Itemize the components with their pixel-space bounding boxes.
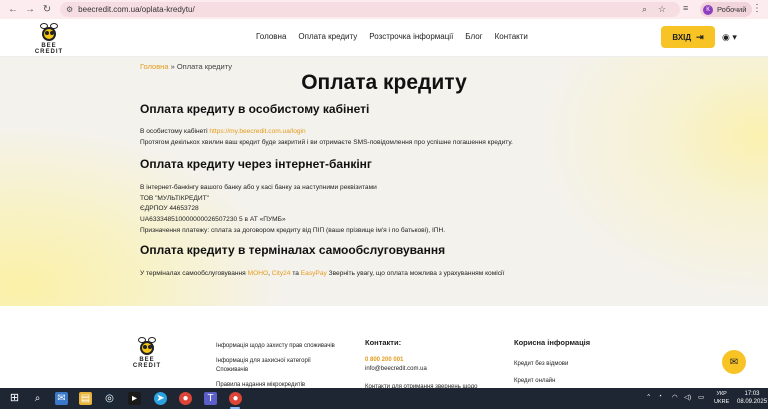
useful-title: Корисна інформація bbox=[514, 338, 591, 347]
footer-brand: BEE CREDIT bbox=[132, 357, 162, 369]
extensions-icon[interactable]: ≡ bbox=[683, 3, 688, 13]
wifi-icon[interactable]: ◠ bbox=[672, 393, 678, 401]
city24-link[interactable]: City24 bbox=[272, 270, 291, 277]
footer-link[interactable]: Інформація для захисної категорії bbox=[216, 357, 335, 366]
profile-label: Робочий bbox=[717, 5, 747, 14]
chat-icon: ✉ bbox=[729, 356, 739, 368]
chrome-icon[interactable]: ● bbox=[179, 392, 192, 405]
section-cabinet-text: В особистому кабінеті https://my.beecred… bbox=[140, 128, 513, 146]
footer-logo[interactable]: BEE CREDIT bbox=[124, 336, 170, 369]
footer-link[interactable]: Інформація щодо захисту прав споживачів bbox=[216, 342, 335, 351]
breadcrumb-home[interactable]: Головна bbox=[140, 62, 169, 71]
main-content: Головна » Оплата кредиту Оплата кредиту … bbox=[0, 57, 768, 306]
volume-icon[interactable]: ◁) bbox=[684, 393, 691, 401]
useful-link[interactable]: Кредит без відмови bbox=[514, 360, 568, 369]
telegram-icon[interactable]: ➤ bbox=[154, 392, 167, 405]
nav-blog[interactable]: Блог bbox=[465, 32, 482, 41]
footer-link[interactable]: Споживачів bbox=[216, 366, 335, 375]
easypay-link[interactable]: EasyPay bbox=[301, 270, 327, 277]
avatar: К bbox=[703, 4, 713, 15]
teams-icon[interactable]: T bbox=[204, 392, 217, 405]
terminal-icon[interactable]: ▸ bbox=[128, 392, 141, 405]
page-title: Оплата кредиту bbox=[301, 71, 467, 94]
tray-chevron-icon[interactable]: ⌃ bbox=[646, 393, 651, 401]
search-icon[interactable]: ⌕ bbox=[31, 392, 44, 405]
contacts-block: 0 800 200 001 info@beecredit.com.ua Конт… bbox=[365, 356, 477, 392]
footer-links-col1: Інформація щодо захисту прав споживачів … bbox=[216, 342, 335, 390]
chat-button[interactable]: ✉ bbox=[722, 350, 746, 374]
reload-icon[interactable]: ↻ bbox=[40, 3, 54, 17]
useful-links: Кредит без відмови Кредит онлайн bbox=[514, 360, 568, 386]
forward-icon[interactable]: → bbox=[23, 3, 37, 17]
nav-payment[interactable]: Оплата кредиту bbox=[298, 32, 357, 41]
browser-toolbar: ← → ↻ ⚙ beecredit.com.ua/oplata-kredytu/… bbox=[0, 0, 768, 19]
useful-link[interactable]: Кредит онлайн bbox=[514, 377, 568, 386]
section-terminals-title: Оплата кредиту в терміналах самообслугов… bbox=[140, 243, 446, 257]
section-terminals-text: У терміналах самообслуговування МОНО, Ci… bbox=[140, 270, 505, 277]
accessibility-eye-icon[interactable]: ◉ ▾ bbox=[722, 32, 737, 43]
chrome-profile-icon[interactable]: ● bbox=[229, 392, 242, 405]
section-banking-title: Оплата кредиту через інтернет-банкінг bbox=[140, 157, 372, 171]
mono-link[interactable]: МОНО bbox=[248, 270, 269, 277]
bee-logo-icon bbox=[38, 22, 60, 42]
url-text[interactable]: beecredit.com.ua/oplata-kredytu/ bbox=[78, 5, 195, 14]
phone-link[interactable]: 0 800 200 001 bbox=[365, 356, 477, 365]
breadcrumb: Головна » Оплата кредиту bbox=[140, 62, 233, 71]
profile-button[interactable]: К Робочий bbox=[700, 2, 753, 17]
login-button[interactable]: ВХІД ⇥ bbox=[661, 26, 715, 48]
site-footer: BEE CREDIT Інформація щодо захисту прав … bbox=[0, 306, 768, 390]
login-label: ВХІД bbox=[672, 32, 692, 42]
browser-menu-icon[interactable]: ⋮ bbox=[752, 3, 762, 14]
windows-start-icon[interactable]: ⊞ bbox=[8, 392, 21, 405]
email-link[interactable]: info@beecredit.com.ua bbox=[365, 365, 477, 374]
bee-logo-icon bbox=[136, 336, 158, 356]
network-icon[interactable]: ◔ bbox=[658, 393, 662, 400]
file-explorer-icon[interactable]: ▤ bbox=[79, 392, 92, 405]
zoom-icon[interactable]: ⌕ bbox=[642, 4, 647, 15]
battery-icon[interactable]: ▭ bbox=[698, 393, 704, 401]
mail-icon[interactable]: ✉ bbox=[55, 392, 68, 405]
breadcrumb-current: Оплата кредиту bbox=[176, 62, 233, 71]
bookmark-star-icon[interactable]: ☆ bbox=[658, 4, 666, 15]
steam-icon[interactable]: ◎ bbox=[103, 392, 116, 405]
main-nav: Головна Оплата кредиту Розстрочка інформ… bbox=[256, 32, 540, 41]
site-info-icon[interactable]: ⚙ bbox=[66, 5, 73, 14]
nav-contacts[interactable]: Контакти bbox=[495, 32, 528, 41]
back-icon[interactable]: ← bbox=[6, 3, 20, 17]
clock[interactable]: 17:03 08.09.2025 bbox=[737, 390, 767, 406]
site-logo[interactable]: BEE CREDIT bbox=[28, 22, 70, 55]
language-indicator[interactable]: УКР UKRE bbox=[714, 390, 729, 406]
section-cabinet-title: Оплата кредиту в особистому кабінеті bbox=[140, 102, 370, 116]
nav-installments[interactable]: Розстрочка інформації bbox=[369, 32, 453, 41]
contacts-title: Контакти: bbox=[365, 338, 402, 347]
taskbar: ⊞ ⌕ ✉ ▤ ◎ ▸ ➤ ● T ● ⌃ ◔ ◠ ◁) ▭ УКР UKRE 1… bbox=[0, 388, 768, 409]
section-banking-text: В інтернет-банкінгу вашого банку або у к… bbox=[140, 184, 446, 234]
cabinet-login-link[interactable]: https://my.beecredit.com.ua/login bbox=[209, 128, 305, 135]
brand-name: BEE CREDIT bbox=[34, 43, 64, 55]
nav-home[interactable]: Головна bbox=[256, 32, 286, 41]
login-door-icon: ⇥ bbox=[696, 31, 704, 42]
address-bar[interactable]: ⚙ beecredit.com.ua/oplata-kredytu/ ⌕ ☆ bbox=[60, 2, 680, 17]
site-header: BEE CREDIT Головна Оплата кредиту Розстр… bbox=[0, 19, 768, 57]
